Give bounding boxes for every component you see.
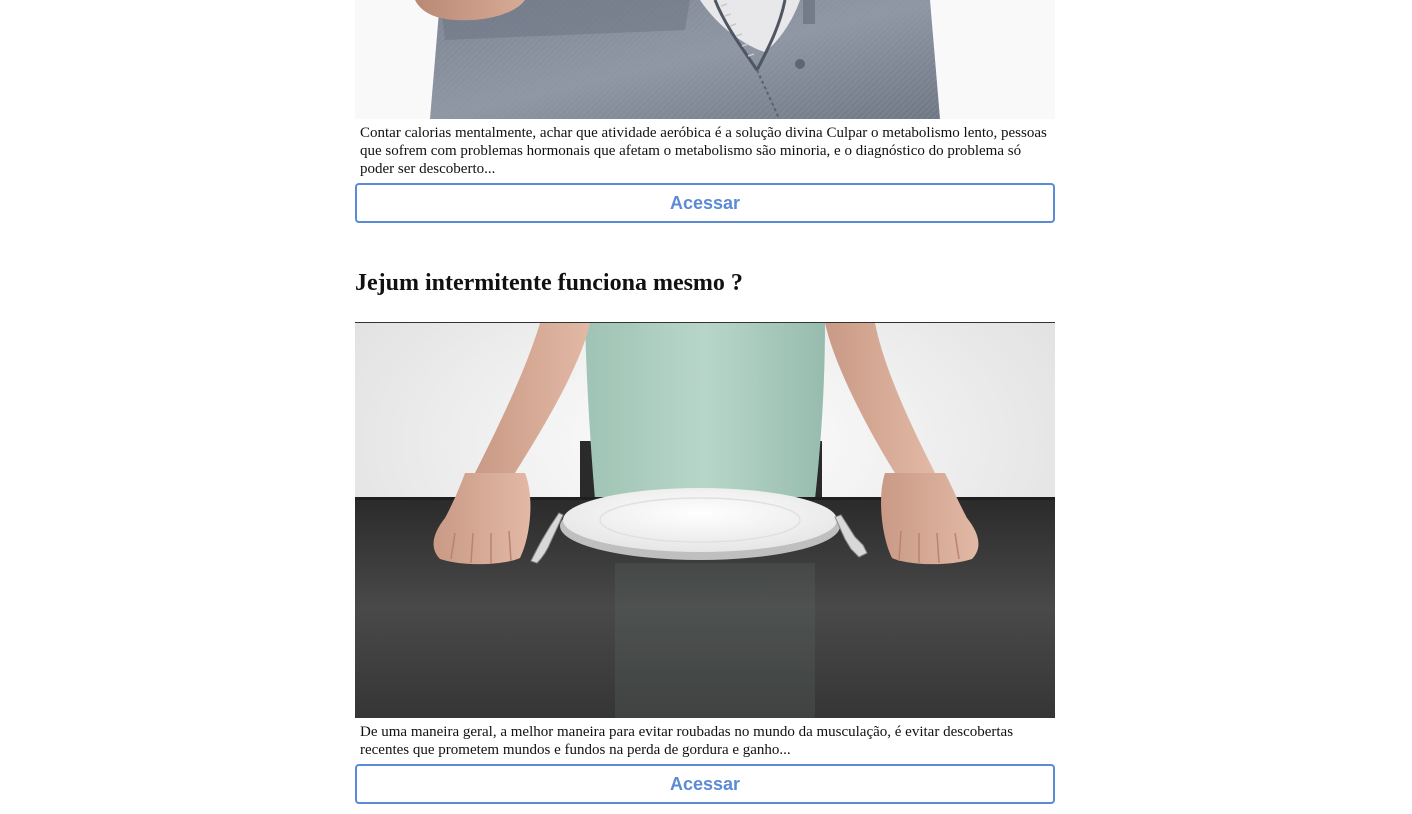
access-button[interactable]: Acessar xyxy=(355,764,1055,804)
access-button[interactable]: Acessar xyxy=(355,183,1055,223)
article-excerpt: De uma maneira geral, a melhor maneira p… xyxy=(360,724,1014,758)
article-image-jeans[interactable] xyxy=(355,0,1055,119)
article-title[interactable]: Jejum intermitente funciona mesmo ? xyxy=(355,266,1055,300)
article-excerpt: Contar calorias mentalmente, achar que a… xyxy=(360,125,1047,177)
article-image-empty-plate[interactable] xyxy=(355,322,1055,718)
